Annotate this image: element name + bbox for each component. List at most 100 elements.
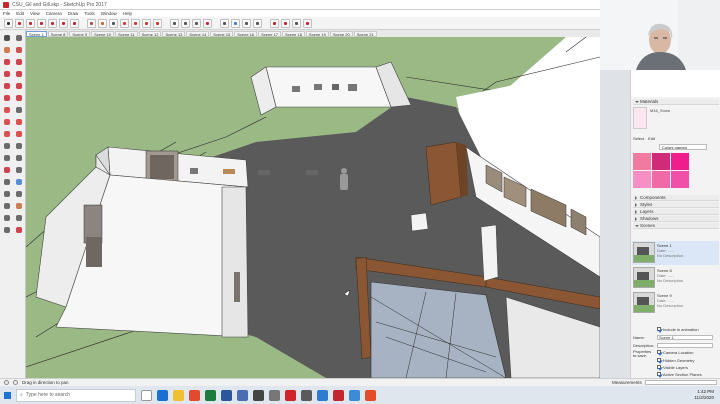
zoom-extents-icon[interactable]: [2, 201, 12, 211]
include-in-animation-checkbox[interactable]: [657, 327, 661, 331]
model-viewport[interactable]: [26, 37, 600, 378]
material-swatch[interactable]: [633, 153, 651, 170]
tab-edit[interactable]: Edit: [648, 136, 655, 141]
task-view-icon[interactable]: [141, 389, 152, 401]
material-swatch[interactable]: [671, 153, 689, 170]
share-model-icon[interactable]: [281, 18, 290, 28]
credits-icon[interactable]: [13, 380, 18, 385]
3d-text-icon[interactable]: [14, 165, 24, 175]
start-button[interactable]: [0, 386, 14, 404]
text-icon[interactable]: [14, 153, 24, 163]
tab-scene-17[interactable]: Scene 17: [258, 30, 282, 37]
measurements-input[interactable]: [645, 380, 717, 385]
vectorworks-icon[interactable]: [253, 389, 264, 401]
material-swatch[interactable]: [652, 171, 670, 188]
rotate-icon[interactable]: [2, 117, 12, 127]
paint-bucket-icon[interactable]: [98, 18, 107, 28]
scene-name-field[interactable]: Scene 1: [657, 334, 713, 340]
move-icon[interactable]: [120, 18, 129, 28]
zoom-window-icon[interactable]: [14, 189, 24, 199]
arc-icon[interactable]: [59, 18, 68, 28]
protractor-icon[interactable]: [2, 153, 12, 163]
rotated-rectangle-icon[interactable]: [14, 69, 24, 79]
offset-icon[interactable]: [14, 129, 24, 139]
pan-icon[interactable]: [231, 18, 240, 28]
scene-list-item[interactable]: Scene 9 Date: ...... No Description: [657, 293, 717, 308]
position-camera-icon[interactable]: [2, 213, 12, 223]
scene-description-field[interactable]: [657, 342, 713, 348]
material-swatch[interactable]: [652, 153, 670, 170]
scene-thumbnail[interactable]: [633, 292, 655, 313]
layers-panel-header[interactable]: Layers: [633, 209, 719, 215]
tab-scene-20[interactable]: Scene 20: [329, 30, 353, 37]
offset-icon[interactable]: [153, 18, 162, 28]
tab-scene-11[interactable]: Scene 11: [114, 30, 138, 37]
materials-panel-header[interactable]: Materials: [633, 99, 719, 105]
tab-scene-13[interactable]: Scene 13: [162, 30, 186, 37]
eraser-icon[interactable]: [14, 45, 24, 55]
walk-icon[interactable]: [14, 213, 24, 223]
visible-layers-checkbox[interactable]: [657, 365, 661, 369]
material-swatch[interactable]: [671, 171, 689, 188]
follow-me-icon[interactable]: [14, 117, 24, 127]
tab-scene-1[interactable]: Scene 1: [26, 30, 47, 37]
tab-scene-15[interactable]: Scene 15: [210, 30, 234, 37]
tab-scene-16[interactable]: Scene 16: [234, 30, 258, 37]
tab-scene-18[interactable]: Scene 18: [282, 30, 305, 37]
taskbar-search[interactable]: ⌕ Type here to search: [16, 388, 136, 402]
tab-scene-12[interactable]: Scene 12: [138, 30, 162, 37]
scale-icon[interactable]: [142, 18, 151, 28]
select-icon[interactable]: [2, 33, 12, 43]
shadows-panel-header[interactable]: Shadows: [633, 216, 719, 222]
geo-location-icon[interactable]: [4, 380, 9, 385]
acrobat-icon[interactable]: [285, 389, 296, 401]
orbit-icon[interactable]: [220, 18, 229, 28]
move-icon[interactable]: [2, 105, 12, 115]
menu-tools[interactable]: Tools: [84, 11, 95, 16]
rectangle-icon[interactable]: [2, 69, 12, 79]
edge-icon[interactable]: [157, 389, 168, 401]
scene-list-item[interactable]: Scene 8 Date: ...... No Description: [657, 268, 717, 283]
warehouse-icon[interactable]: [270, 18, 279, 28]
protractor-icon[interactable]: [192, 18, 201, 28]
menu-view[interactable]: View: [30, 11, 40, 16]
menu-help[interactable]: Help: [123, 11, 132, 16]
menu-window[interactable]: Window: [101, 11, 117, 16]
freehand-icon[interactable]: [14, 57, 24, 67]
pie-icon[interactable]: [14, 93, 24, 103]
polygon-icon[interactable]: [14, 81, 24, 91]
section-plane-icon[interactable]: [14, 225, 24, 235]
active-section-planes-checkbox[interactable]: [657, 372, 661, 376]
app-icon[interactable]: [269, 389, 280, 401]
tab-scene-8[interactable]: Scene 8: [47, 30, 69, 37]
polygon-icon[interactable]: [70, 18, 79, 28]
calculator-icon[interactable]: [301, 389, 312, 401]
menu-file[interactable]: File: [3, 11, 10, 16]
zoom-icon[interactable]: [242, 18, 251, 28]
material-collection-dropdown[interactable]: Colors named: [659, 144, 707, 150]
pan-icon[interactable]: [14, 177, 24, 187]
paint-bucket-icon[interactable]: [2, 45, 12, 55]
tab-scene-21[interactable]: Scene 21: [353, 30, 377, 37]
menu-camera[interactable]: Camera: [46, 11, 62, 16]
zoom-icon[interactable]: [2, 189, 12, 199]
eraser-icon[interactable]: [87, 18, 96, 28]
tape-measure-icon[interactable]: [2, 141, 12, 151]
tab-scene-9[interactable]: Scene 9: [69, 30, 91, 37]
pencil-line-icon[interactable]: [15, 18, 24, 28]
material-swatch[interactable]: [633, 171, 651, 188]
tab-select[interactable]: Select: [633, 136, 644, 141]
components-panel-header[interactable]: Components: [633, 195, 719, 201]
rotate-icon[interactable]: [131, 18, 140, 28]
extension-warehouse-icon[interactable]: [292, 18, 301, 28]
scene-list-item[interactable]: Scene 1 Date: ...... No Description: [657, 243, 717, 258]
excel-icon[interactable]: [205, 389, 216, 401]
menu-edit[interactable]: Edit: [16, 11, 24, 16]
look-around-icon[interactable]: [2, 225, 12, 235]
rectangle-icon[interactable]: [37, 18, 46, 28]
scene-thumbnail[interactable]: [633, 242, 655, 263]
tab-scene-14[interactable]: Scene 14: [186, 30, 210, 37]
teams-icon[interactable]: [349, 389, 360, 401]
line-icon[interactable]: [2, 57, 12, 67]
styles-panel-header[interactable]: Styles: [633, 202, 719, 208]
